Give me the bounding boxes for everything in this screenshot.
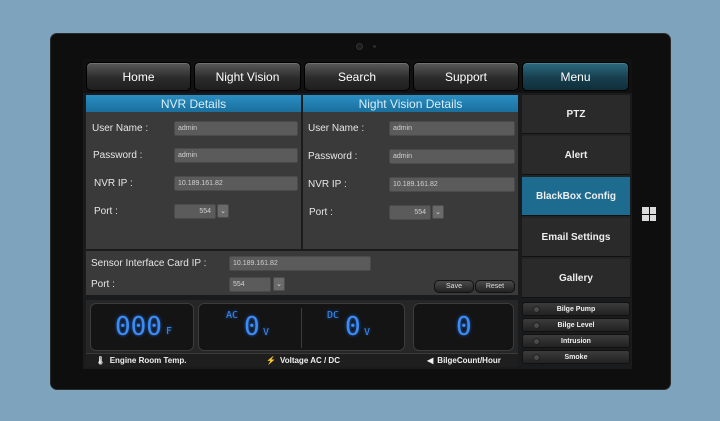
light-sensor bbox=[373, 45, 376, 48]
bilge-count-caption: ◀ BilgeCount/Hour bbox=[410, 353, 518, 367]
dc-value: 0 bbox=[345, 312, 361, 342]
voltage-caption-text: Voltage AC / DC bbox=[279, 356, 340, 365]
sensor-port-stepper[interactable]: ⌄ bbox=[273, 277, 285, 291]
nv-password-field[interactable]: admin bbox=[389, 149, 515, 164]
sensor-port-label: Port : bbox=[91, 279, 115, 290]
engine-temp-caption-text: Engine Room Temp. bbox=[109, 356, 187, 365]
nvr-username-field[interactable]: admin bbox=[174, 121, 298, 136]
nvr-password-label: Password : bbox=[93, 150, 143, 161]
nvr-username-label: User Name : bbox=[92, 123, 149, 134]
side-item-blackbox-config[interactable]: BlackBox Config bbox=[522, 177, 630, 216]
side-item-gallery[interactable]: Gallery bbox=[522, 259, 630, 298]
sensor-ip-label: Sensor Interface Card IP : bbox=[91, 258, 207, 269]
bilge-count-value: 0 bbox=[456, 312, 472, 342]
night-vision-details-panel: Night Vision Details User Name : admin P… bbox=[303, 95, 518, 249]
side-item-alert[interactable]: Alert bbox=[522, 136, 630, 175]
status-led-icon bbox=[533, 322, 540, 329]
status-bilge-pump-label: Bilge Pump bbox=[556, 305, 596, 313]
nav-support-button[interactable]: Support bbox=[413, 62, 519, 91]
nv-ip-label: NVR IP : bbox=[308, 179, 347, 190]
ac-unit: V bbox=[263, 327, 270, 338]
engine-temp-unit: F bbox=[166, 326, 173, 337]
thermometer-icon: 🌡 bbox=[95, 356, 106, 365]
bilge-count-caption-text: BilgeCount/Hour bbox=[437, 356, 501, 365]
nv-username-label: User Name : bbox=[308, 123, 365, 134]
status-smoke-label: Smoke bbox=[564, 353, 588, 361]
nav-home-button[interactable]: Home bbox=[86, 62, 191, 91]
sensor-ip-field[interactable]: 10.189.161.82 bbox=[229, 256, 371, 271]
status-panel: Bilge Pump Bilge Level Intrusion Smoke bbox=[522, 302, 630, 367]
nv-ip-field[interactable]: 10.189.161.82 bbox=[389, 177, 515, 192]
status-intrusion-label: Intrusion bbox=[561, 337, 591, 345]
bilge-count-gauge: 0 bbox=[413, 303, 514, 351]
night-vision-details-title: Night Vision Details bbox=[303, 95, 518, 112]
ac-value: 0 bbox=[244, 312, 260, 342]
engine-temp-value: 000 bbox=[115, 312, 162, 342]
nvr-details-title: NVR Details bbox=[86, 95, 301, 112]
status-smoke: Smoke bbox=[522, 350, 630, 364]
nvr-ip-field[interactable]: 10.189.161.82 bbox=[174, 176, 298, 191]
nvr-port-field[interactable]: 554 bbox=[174, 204, 216, 219]
nav-menu-button[interactable]: Menu bbox=[522, 62, 629, 91]
dc-unit: V bbox=[364, 327, 371, 338]
nv-username-field[interactable]: admin bbox=[389, 121, 515, 136]
gauge-strip: 000 F AC 0 V DC 0 V 0 🌡 Engine Room Temp… bbox=[86, 300, 518, 367]
nvr-port-stepper[interactable]: ⌄ bbox=[217, 204, 229, 218]
nvr-ip-label: NVR IP : bbox=[94, 178, 133, 189]
nv-password-label: Password : bbox=[308, 151, 358, 162]
status-led-icon bbox=[533, 354, 540, 361]
nav-search-button[interactable]: Search bbox=[304, 62, 410, 91]
status-intrusion: Intrusion bbox=[522, 334, 630, 348]
nv-port-stepper[interactable]: ⌄ bbox=[432, 205, 444, 219]
status-led-icon bbox=[533, 306, 540, 313]
engine-temp-caption: 🌡 Engine Room Temp. bbox=[86, 353, 196, 367]
voltage-divider bbox=[301, 308, 302, 348]
sensor-port-field[interactable]: 554 bbox=[229, 277, 271, 292]
status-bilge-level-label: Bilge Level bbox=[557, 321, 595, 329]
save-button[interactable]: Save bbox=[434, 280, 474, 293]
reset-button[interactable]: Reset bbox=[475, 280, 515, 293]
voltage-caption: ⚡ Voltage AC / DC bbox=[196, 353, 410, 367]
nav-night-vision-button[interactable]: Night Vision bbox=[194, 62, 301, 91]
dc-label: DC bbox=[327, 310, 340, 321]
status-bilge-level: Bilge Level bbox=[522, 318, 630, 332]
engine-temp-gauge: 000 F bbox=[90, 303, 194, 351]
app-screen: Home Night Vision Search Support Menu NV… bbox=[83, 59, 632, 369]
nvr-password-field[interactable]: admin bbox=[174, 148, 298, 163]
top-nav: Home Night Vision Search Support Menu bbox=[83, 59, 632, 93]
side-menu: PTZ Alert BlackBox Config Email Settings… bbox=[522, 95, 630, 298]
status-bilge-pump: Bilge Pump bbox=[522, 302, 630, 316]
nvr-port-label: Port : bbox=[94, 206, 118, 217]
nvr-details-panel: NVR Details User Name : admin Password :… bbox=[86, 95, 301, 249]
lightning-icon: ⚡ bbox=[266, 356, 276, 365]
chevron-icon: ⌄ bbox=[220, 208, 226, 215]
side-item-ptz[interactable]: PTZ bbox=[522, 95, 630, 134]
camera-icon bbox=[356, 43, 363, 50]
voltage-gauge: AC 0 V DC 0 V bbox=[198, 303, 405, 351]
side-item-email-settings[interactable]: Email Settings bbox=[522, 218, 630, 257]
chevron-icon: ⌄ bbox=[276, 281, 282, 288]
nv-port-field[interactable]: 554 bbox=[389, 205, 431, 220]
nv-port-label: Port : bbox=[309, 207, 333, 218]
chevron-icon: ⌄ bbox=[435, 209, 441, 216]
arrow-left-circle-icon: ◀ bbox=[427, 356, 434, 365]
windows-logo-icon[interactable] bbox=[642, 207, 656, 221]
status-led-icon bbox=[533, 338, 540, 345]
ac-label: AC bbox=[226, 310, 239, 321]
